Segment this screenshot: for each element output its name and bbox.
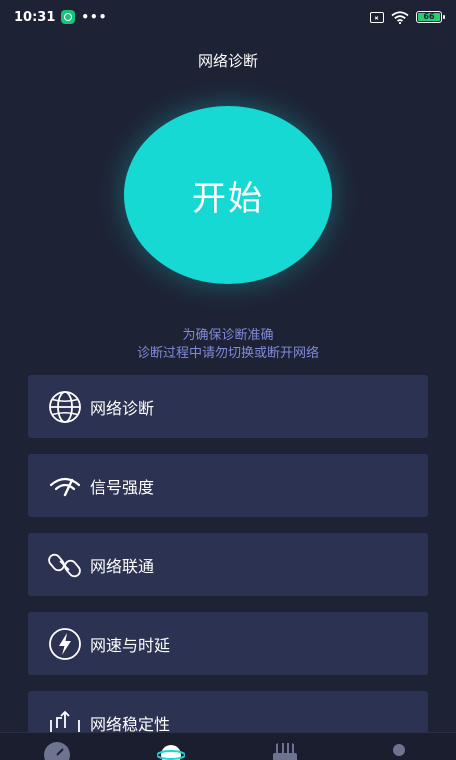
lightning-icon bbox=[48, 627, 82, 661]
app-notification-icon bbox=[61, 10, 76, 24]
more-notifications-icon: ••• bbox=[81, 10, 108, 24]
no-sim-icon bbox=[370, 11, 384, 23]
router-icon[interactable] bbox=[271, 741, 299, 760]
link-icon bbox=[48, 548, 82, 582]
menu-item-signal-strength[interactable]: 信号强度 bbox=[28, 454, 428, 517]
bottom-nav bbox=[0, 732, 456, 760]
status-right: 66 bbox=[370, 10, 445, 24]
page-title: 网络诊断 bbox=[197, 52, 258, 70]
menu-item-label: 网络诊断 bbox=[90, 398, 155, 418]
signal-gauge-icon bbox=[48, 469, 82, 503]
menu-item-label: 网络稳定性 bbox=[90, 714, 171, 734]
menu-item-label: 网速与时延 bbox=[90, 635, 171, 655]
start-button[interactable]: 开始 bbox=[124, 106, 332, 284]
wifi-icon bbox=[391, 10, 409, 24]
battery-level: 66 bbox=[418, 13, 440, 21]
menu-item-label: 网络联通 bbox=[90, 556, 155, 576]
planet-icon[interactable] bbox=[157, 741, 185, 760]
battery-icon: 66 bbox=[416, 11, 445, 23]
menu-item-network-diagnosis[interactable]: 网络诊断 bbox=[28, 375, 428, 438]
status-bar: 10:31 ••• 66 bbox=[0, 0, 456, 34]
menu-item-label: 信号强度 bbox=[90, 477, 155, 497]
speedometer-icon[interactable] bbox=[43, 741, 71, 760]
user-icon[interactable] bbox=[385, 741, 413, 760]
hint-line-1: 为确保诊断准确 bbox=[182, 328, 274, 343]
menu-item-speed-latency[interactable]: 网速与时延 bbox=[28, 612, 428, 675]
hint-line-2: 诊断过程中请勿切换或断开网络 bbox=[136, 346, 319, 361]
diagnostic-menu: 网络诊断 信号强度 网络联通 网速与时延 网络稳定性 bbox=[28, 375, 428, 760]
status-left: 10:31 ••• bbox=[14, 10, 107, 25]
globe-icon bbox=[48, 390, 82, 424]
status-time: 10:31 bbox=[14, 9, 56, 25]
menu-item-network-connectivity[interactable]: 网络联通 bbox=[28, 533, 428, 596]
